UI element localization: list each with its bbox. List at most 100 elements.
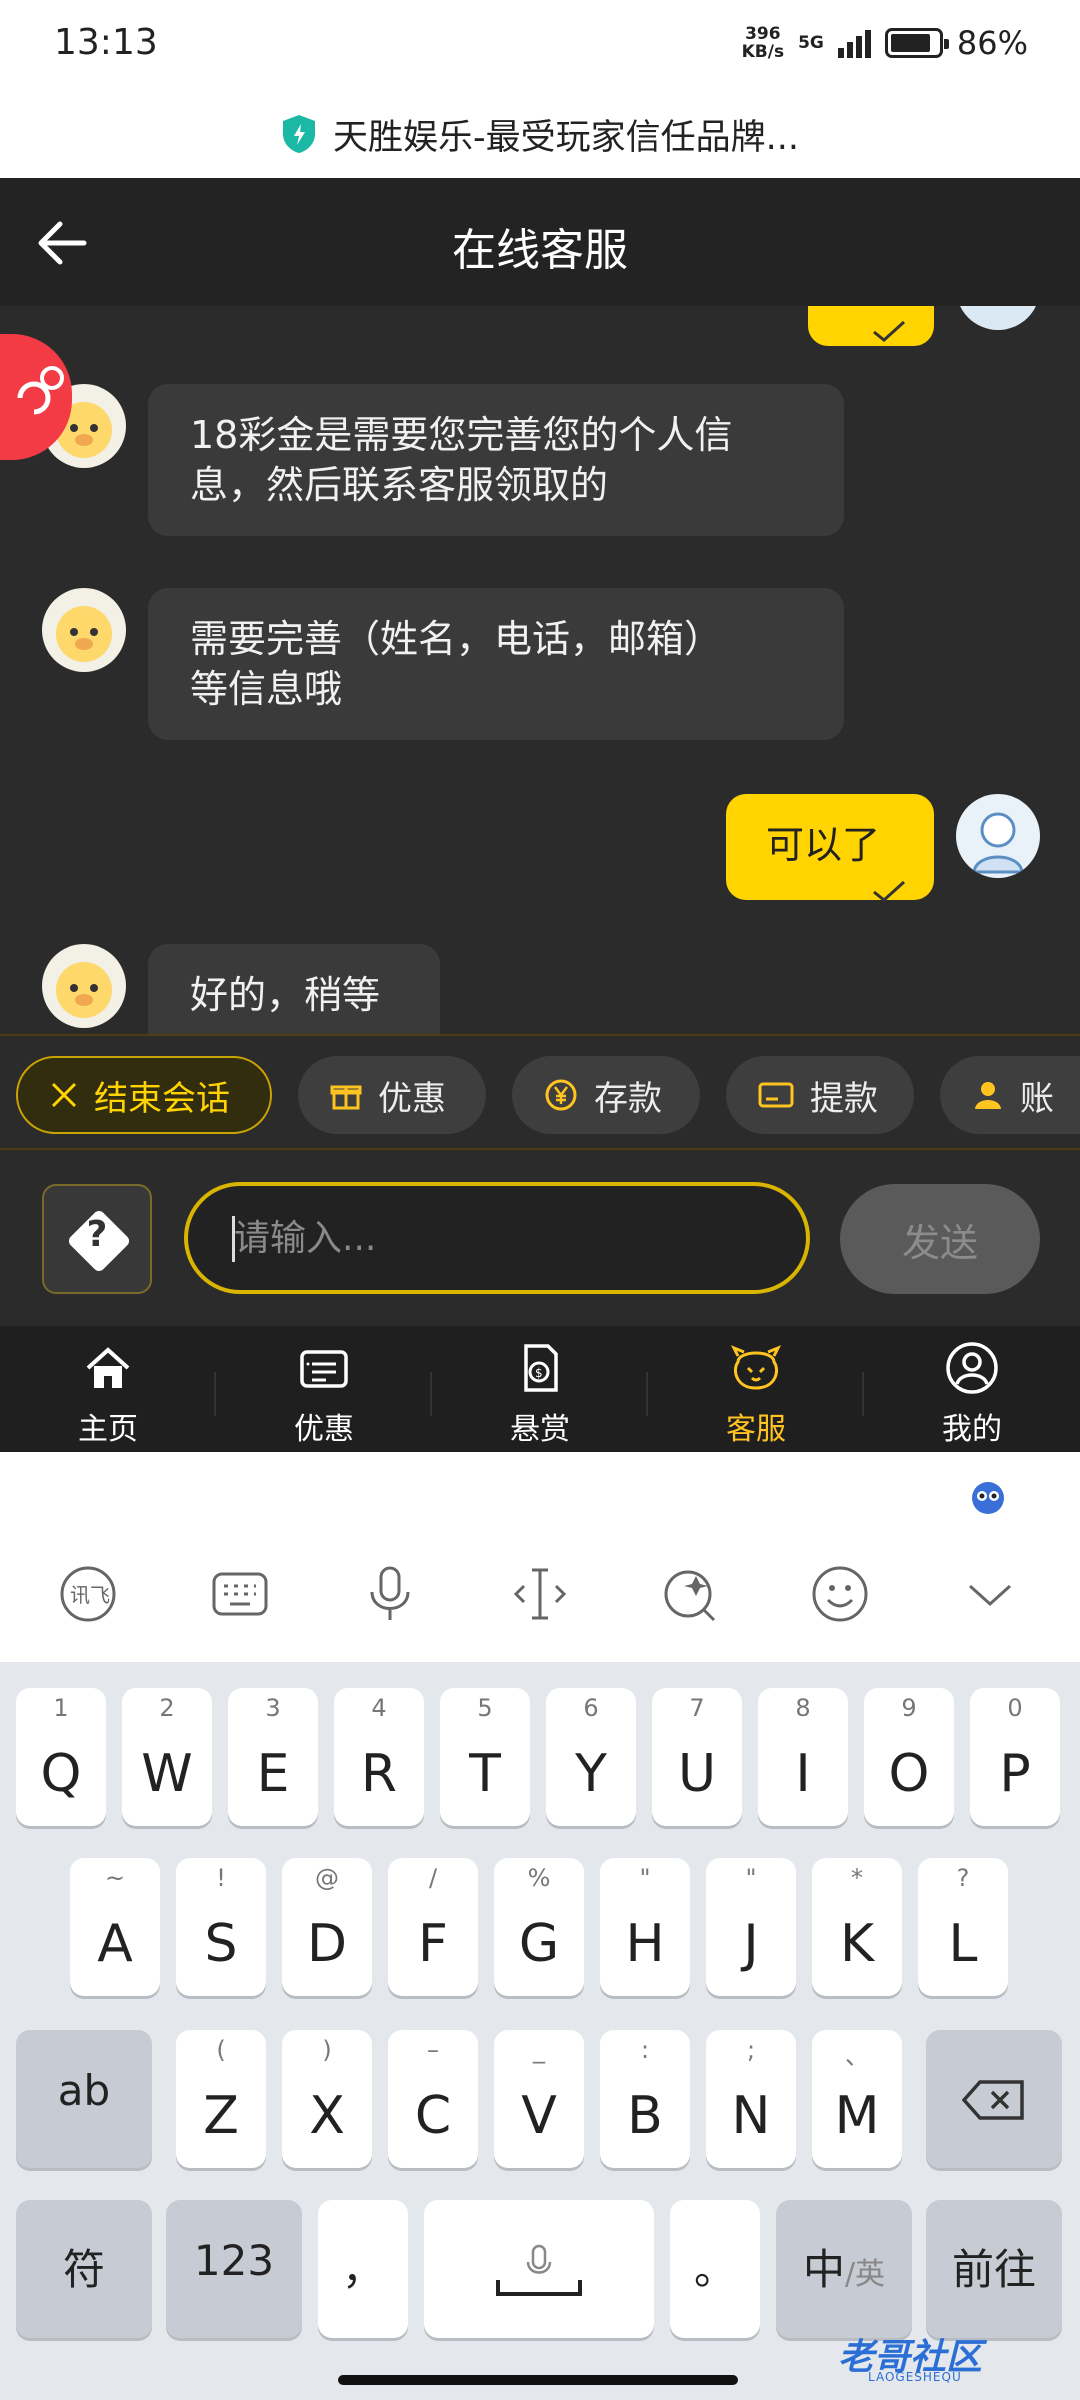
backspace-key[interactable] xyxy=(926,2030,1062,2168)
cursor-move-icon[interactable] xyxy=(508,1562,572,1626)
chevron-down-icon[interactable] xyxy=(958,1562,1022,1626)
comma-key[interactable]: ， xyxy=(318,2200,408,2338)
browser-title-bar[interactable]: 天胜娱乐-最受玩家信任品牌... xyxy=(0,90,1080,178)
key-j[interactable]: " J xyxy=(706,1858,796,1996)
chat-messages[interactable]: 18彩金是需要您完善您的个人信 息，然后联系客服领取的 需要完善（姓名，电话，邮… xyxy=(0,306,1080,1034)
message-bubble: 需要完善（姓名，电话，邮箱） 等信息哦 xyxy=(148,588,844,740)
network-speed: 396 KB/s xyxy=(741,24,785,62)
space-mic-icon xyxy=(496,2244,582,2296)
key-e[interactable]: 3E xyxy=(228,1688,318,1826)
signal-indicator: 5G xyxy=(798,33,824,53)
assistant-orb-icon[interactable] xyxy=(968,1476,1008,1516)
profile-icon xyxy=(946,1342,998,1394)
key-i[interactable]: 8I xyxy=(758,1688,848,1826)
withdraw-button[interactable]: 提款 xyxy=(726,1056,914,1134)
space-key[interactable] xyxy=(424,2200,654,2338)
svg-text:$: $ xyxy=(535,1366,543,1380)
shift-key[interactable]: ab xyxy=(16,2030,152,2168)
nav-promotions[interactable]: 优惠 xyxy=(216,1326,432,1452)
key-v[interactable]: _ V xyxy=(494,2030,584,2168)
period-key[interactable]: 。 xyxy=(670,2200,760,2338)
key-f[interactable]: / F xyxy=(388,1858,478,1996)
agent-avatar xyxy=(42,588,126,672)
floating-refresh-button[interactable] xyxy=(0,334,72,460)
reward-doc-icon: $ xyxy=(524,1344,558,1392)
key-d[interactable]: @ D xyxy=(282,1858,372,1996)
battery-percent: 86% xyxy=(956,24,1028,62)
nav-rewards[interactable]: $ 悬赏 xyxy=(432,1326,648,1452)
read-check-icon xyxy=(873,880,906,902)
status-bar: 13:13 396 KB/s 5G 86% xyxy=(0,0,1080,90)
user-icon xyxy=(975,1082,1001,1109)
enter-key[interactable]: 前往 xyxy=(926,2200,1062,2338)
message-bubble: 18彩金是需要您完善您的个人信 息，然后联系客服领取的 xyxy=(148,384,844,536)
user-avatar xyxy=(956,306,1040,330)
key-p[interactable]: 0P xyxy=(970,1688,1060,1826)
account-button[interactable]: 账 xyxy=(940,1056,1080,1134)
previous-user-bubble xyxy=(808,306,934,346)
key-m[interactable]: 、 M xyxy=(812,2030,902,2168)
quick-actions-bar: 结束会话 优惠 存款 提款 账 xyxy=(0,1034,1080,1150)
nav-profile[interactable]: 我的 xyxy=(864,1326,1080,1452)
page-title: 天胜娱乐-最受玩家信任品牌... xyxy=(332,117,799,158)
home-icon xyxy=(86,1347,130,1388)
home-indicator[interactable] xyxy=(338,2375,738,2385)
microphone-icon[interactable] xyxy=(358,1562,422,1626)
gift-icon xyxy=(330,1085,362,1110)
key-o[interactable]: 9O xyxy=(864,1688,954,1826)
key-a[interactable]: ~ A xyxy=(70,1858,160,1996)
watermark-subtext: LAOGESHEQU xyxy=(868,2370,962,2384)
ifly-logo-icon[interactable]: 讯飞 xyxy=(56,1562,120,1626)
status-time: 13:13 xyxy=(54,22,158,63)
soft-keyboard: 讯飞 1Q 2W 3E 4R 5T 6Y 7U 8I 9O 0P ~ A ! S @… xyxy=(0,1452,1080,2400)
message-composer: ? 发送 xyxy=(0,1150,1080,1326)
yen-coin-icon xyxy=(545,1079,577,1111)
deposit-button[interactable]: 存款 xyxy=(512,1056,700,1134)
nav-customer-service[interactable]: 客服 xyxy=(648,1326,864,1452)
refresh-icon xyxy=(17,366,64,415)
send-button[interactable]: 发送 xyxy=(840,1184,1040,1294)
app-header: 在线客服 xyxy=(0,178,1080,306)
message-input[interactable] xyxy=(184,1182,810,1294)
header-title: 在线客服 xyxy=(452,225,628,276)
key-h[interactable]: " H xyxy=(600,1858,690,1996)
key-z[interactable]: (Z xyxy=(176,2030,266,2168)
read-check-icon xyxy=(873,320,906,342)
end-session-button[interactable]: 结束会话 xyxy=(16,1056,272,1134)
key-x[interactable]: ) X xyxy=(282,2030,372,2168)
card-icon xyxy=(758,1082,794,1108)
user-avatar xyxy=(956,794,1040,878)
key-n[interactable]: ; N xyxy=(706,2030,796,2168)
shield-icon xyxy=(282,115,315,153)
key-b[interactable]: :B xyxy=(600,2030,690,2168)
numbers-key[interactable]: 123 xyxy=(166,2200,302,2338)
backspace-icon xyxy=(962,2080,1024,2120)
close-icon xyxy=(51,1082,77,1108)
language-switch-key[interactable]: 中/英 xyxy=(776,2200,912,2338)
message-bubble: 好的，稍等 xyxy=(148,944,440,1034)
key-k[interactable]: * K xyxy=(812,1858,902,1996)
ticket-icon xyxy=(300,1350,348,1388)
key-q[interactable]: 1Q xyxy=(16,1688,106,1826)
key-s[interactable]: ! S xyxy=(176,1858,266,1996)
promotions-button[interactable]: 优惠 xyxy=(298,1056,486,1134)
key-w[interactable]: 2W xyxy=(122,1688,212,1826)
service-mascot-icon xyxy=(730,1345,782,1390)
key-c[interactable]: – C xyxy=(388,2030,478,2168)
ai-search-icon[interactable] xyxy=(658,1562,722,1626)
emoji-icon[interactable] xyxy=(808,1562,872,1626)
bottom-nav: 主页 优惠 $ 悬赏 客服 我的 xyxy=(0,1326,1080,1452)
svg-text:讯飞: 讯飞 xyxy=(70,1583,110,1607)
key-l[interactable]: ? L xyxy=(918,1858,1008,1996)
key-t[interactable]: 5T xyxy=(440,1688,530,1826)
faq-button[interactable]: ? xyxy=(42,1184,152,1294)
key-y[interactable]: 6Y xyxy=(546,1688,636,1826)
keyboard-toolbar: 讯飞 xyxy=(0,1452,1080,1662)
nav-home[interactable]: 主页 xyxy=(0,1326,216,1452)
status-icons: 396 KB/s 5G 86% xyxy=(742,24,1028,62)
key-g[interactable]: % G xyxy=(494,1858,584,1996)
keyboard-icon[interactable] xyxy=(208,1562,272,1626)
symbols-key[interactable]: 符 xyxy=(16,2200,152,2338)
key-r[interactable]: 4R xyxy=(334,1688,424,1826)
key-u[interactable]: 7U xyxy=(652,1688,742,1826)
